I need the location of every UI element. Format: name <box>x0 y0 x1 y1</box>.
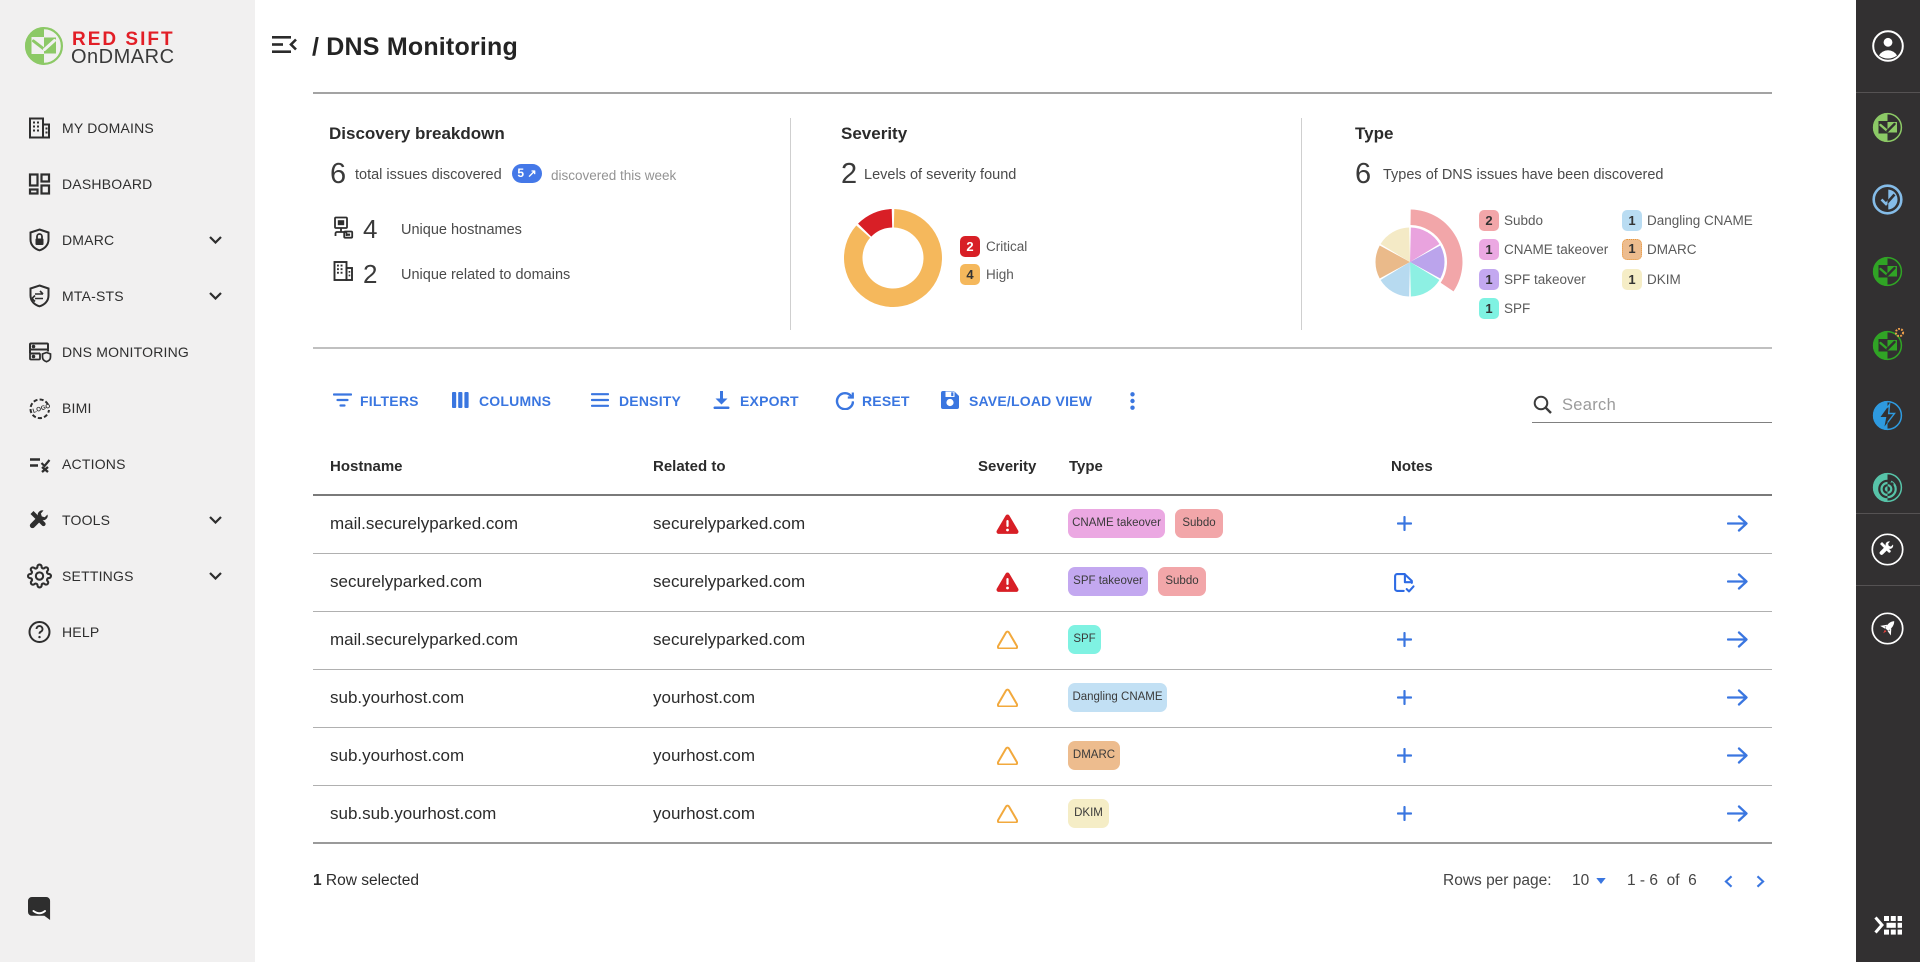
svg-text:LOGO: LOGO <box>32 403 52 415</box>
